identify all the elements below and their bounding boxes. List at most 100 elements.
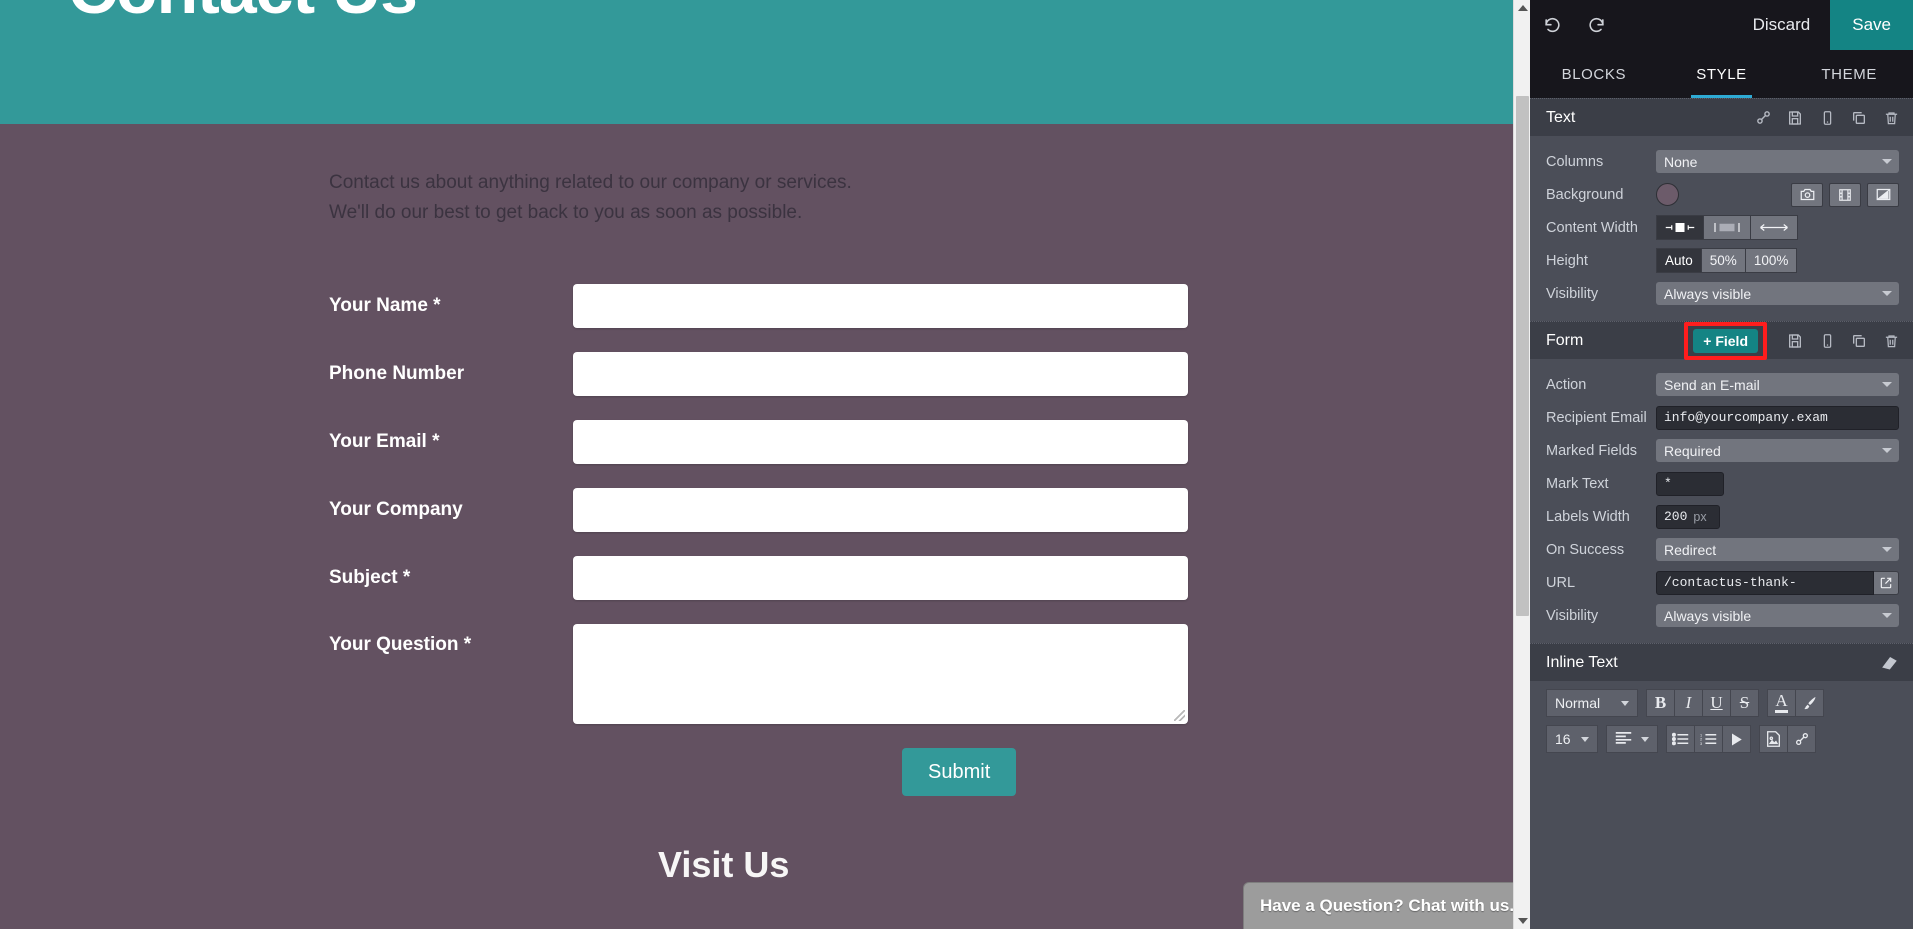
labels-width-unit: px <box>1693 509 1707 524</box>
form-visibility-value: Always visible <box>1664 607 1752 624</box>
text-section-rows: Columns None Background Content Width He… <box>1530 136 1913 321</box>
link-icon[interactable] <box>1787 725 1816 753</box>
scroll-down-icon[interactable] <box>1518 918 1528 924</box>
chat-widget-label: Have a Question? Chat with us. <box>1260 896 1515 915</box>
chat-widget[interactable]: Have a Question? Chat with us. <box>1243 882 1521 929</box>
link-icon[interactable] <box>1753 108 1773 128</box>
chevron-down-icon <box>1882 291 1892 296</box>
image-icon[interactable] <box>1759 725 1788 753</box>
underline-button[interactable]: U <box>1702 689 1731 717</box>
form-row-subject: Subject * <box>329 556 1530 600</box>
strikethrough-button[interactable]: S <box>1730 689 1759 717</box>
required-mark: * <box>426 431 440 452</box>
font-color-icon[interactable]: A <box>1767 689 1796 717</box>
font-size-select[interactable]: 16 <box>1546 725 1598 753</box>
row-url: URL /contactus-thank- <box>1546 566 1899 599</box>
save-icon[interactable] <box>1785 331 1805 351</box>
row-action: Action Send an E-mail <box>1546 368 1899 401</box>
svg-text:1: 1 <box>1700 733 1702 737</box>
editor-panel: Discard Save BLOCKS STYLE THEME Text Col… <box>1530 0 1913 929</box>
svg-text:3: 3 <box>1700 742 1702 746</box>
tab-theme[interactable]: THEME <box>1785 50 1913 98</box>
textarea-your-question[interactable] <box>573 624 1188 724</box>
intro-text-block[interactable]: Contact us about anything related to our… <box>329 168 1530 228</box>
narrow-icon[interactable] <box>1656 215 1704 240</box>
height-100-option[interactable]: 100% <box>1744 248 1798 273</box>
input-your-company[interactable] <box>573 488 1188 532</box>
discard-button[interactable]: Discard <box>1733 0 1831 50</box>
input-your-name[interactable] <box>573 284 1188 328</box>
chevron-down-icon <box>1882 382 1892 387</box>
panel-filler <box>1530 771 1913 929</box>
play-icon[interactable] <box>1722 725 1751 753</box>
add-field-button[interactable]: + Field <box>1693 328 1758 353</box>
form-section-rows: Action Send an E-mail Recipient Email in… <box>1530 359 1913 643</box>
website-preview: Contact Us Contact us about anything rel… <box>0 0 1530 929</box>
background-color-swatch[interactable] <box>1656 183 1679 206</box>
save-button[interactable]: Save <box>1830 0 1913 50</box>
intro-line-1: Contact us about anything related to our… <box>329 172 852 193</box>
intro-line-2: We'll do our best to get back to you as … <box>329 202 803 223</box>
medium-icon[interactable] <box>1703 215 1751 240</box>
duplicate-icon[interactable] <box>1849 108 1869 128</box>
bold-button[interactable]: B <box>1646 689 1675 717</box>
hero-banner[interactable]: Contact Us <box>0 0 1530 124</box>
preview-scrollbar[interactable] <box>1513 0 1530 929</box>
tab-blocks[interactable]: BLOCKS <box>1530 50 1658 98</box>
brush-icon[interactable] <box>1795 689 1824 717</box>
scroll-up-icon[interactable] <box>1518 5 1528 11</box>
italic-button[interactable]: I <box>1674 689 1703 717</box>
form-row-phone-number: Phone Number <box>329 352 1530 396</box>
form-row-your-question: Your Question * <box>329 624 1530 724</box>
height-50-option[interactable]: 50% <box>1700 248 1746 273</box>
text-style-select[interactable]: Normal <box>1546 689 1638 717</box>
required-mark: * <box>397 567 411 588</box>
height-auto-option[interactable]: Auto <box>1656 248 1702 273</box>
undo-icon[interactable] <box>1530 0 1574 50</box>
save-icon[interactable] <box>1785 108 1805 128</box>
scrollbar-thumb[interactable] <box>1516 96 1529 616</box>
form-visibility-select[interactable]: Always visible <box>1656 604 1899 627</box>
preview-canvas[interactable]: Contact Us Contact us about anything rel… <box>0 0 1530 929</box>
align-select[interactable] <box>1606 725 1658 753</box>
input-subject[interactable] <box>573 556 1188 600</box>
redo-icon[interactable] <box>1574 0 1618 50</box>
marked-fields-select[interactable]: Required <box>1656 439 1899 462</box>
row-visibility-form: Visibility Always visible <box>1546 599 1899 632</box>
external-link-icon[interactable] <box>1873 570 1899 595</box>
row-labels-width: Labels Width 200 px <box>1546 500 1899 533</box>
full-icon[interactable] <box>1750 215 1798 240</box>
url-label: URL <box>1546 574 1576 591</box>
input-phone-number[interactable] <box>573 352 1188 396</box>
trash-icon[interactable] <box>1881 331 1901 351</box>
video-icon[interactable] <box>1829 182 1861 207</box>
mark-text-input[interactable]: * <box>1656 471 1724 496</box>
resize-grip-icon[interactable] <box>1174 710 1185 721</box>
on-success-select[interactable]: Redirect <box>1656 538 1899 561</box>
gradient-icon[interactable] <box>1867 182 1899 207</box>
chevron-down-icon <box>1882 547 1892 552</box>
tab-style[interactable]: STYLE <box>1658 50 1786 98</box>
bullet-list-icon[interactable] <box>1666 725 1695 753</box>
columns-select[interactable]: None <box>1656 150 1899 173</box>
form-row-your-email: Your Email * <box>329 420 1530 464</box>
form-section-icons: + Field <box>1684 321 1901 360</box>
mobile-icon[interactable] <box>1817 108 1837 128</box>
input-your-email[interactable] <box>573 420 1188 464</box>
eraser-icon[interactable] <box>1879 653 1899 673</box>
duplicate-icon[interactable] <box>1849 331 1869 351</box>
numbered-list-icon[interactable]: 1 2 3 <box>1694 725 1723 753</box>
font-size-value: 16 <box>1555 731 1571 747</box>
mobile-icon[interactable] <box>1817 331 1837 351</box>
camera-icon[interactable] <box>1791 182 1823 207</box>
submit-button[interactable]: Submit <box>902 748 1017 796</box>
required-mark: * <box>427 295 441 316</box>
labels-width-input[interactable]: 200 px <box>1656 504 1720 529</box>
visibility-select[interactable]: Always visible <box>1656 282 1899 305</box>
action-select[interactable]: Send an E-mail <box>1656 373 1899 396</box>
trash-icon[interactable] <box>1881 108 1901 128</box>
recipient-email-input[interactable]: info@yourcompany.exam <box>1656 405 1899 430</box>
row-background: Background <box>1546 178 1899 211</box>
url-input[interactable]: /contactus-thank- <box>1656 570 1874 595</box>
toolbar-row-2: 16 1 2 3 <box>1546 725 1899 753</box>
